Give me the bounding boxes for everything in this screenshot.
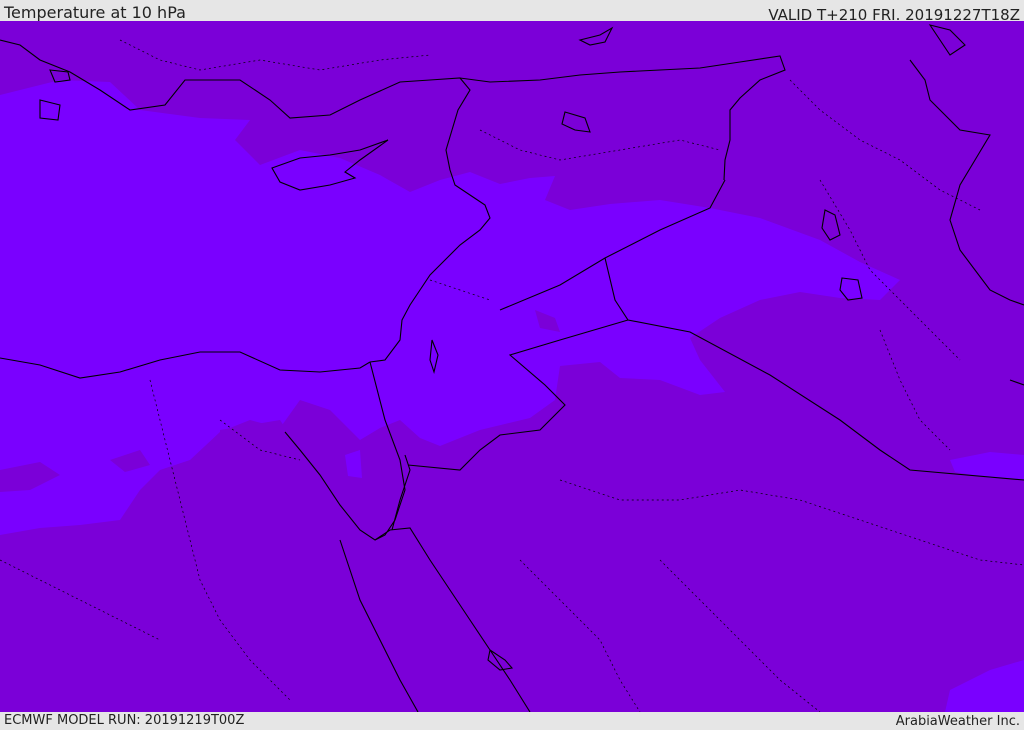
- brand-label: ArabiaWeather Inc.: [895, 714, 1020, 729]
- map-canvas: [0, 21, 1024, 712]
- model-run: ECMWF MODEL RUN: 20191219T00Z: [4, 713, 245, 728]
- map-title: Temperature at 10 hPa: [4, 3, 186, 22]
- footer-bar: ECMWF MODEL RUN: 20191219T00Z ArabiaWeat…: [0, 712, 1024, 729]
- header-bar: Temperature at 10 hPa VALID T+210 FRI. 2…: [0, 0, 1024, 24]
- weather-map[interactable]: [0, 21, 1024, 712]
